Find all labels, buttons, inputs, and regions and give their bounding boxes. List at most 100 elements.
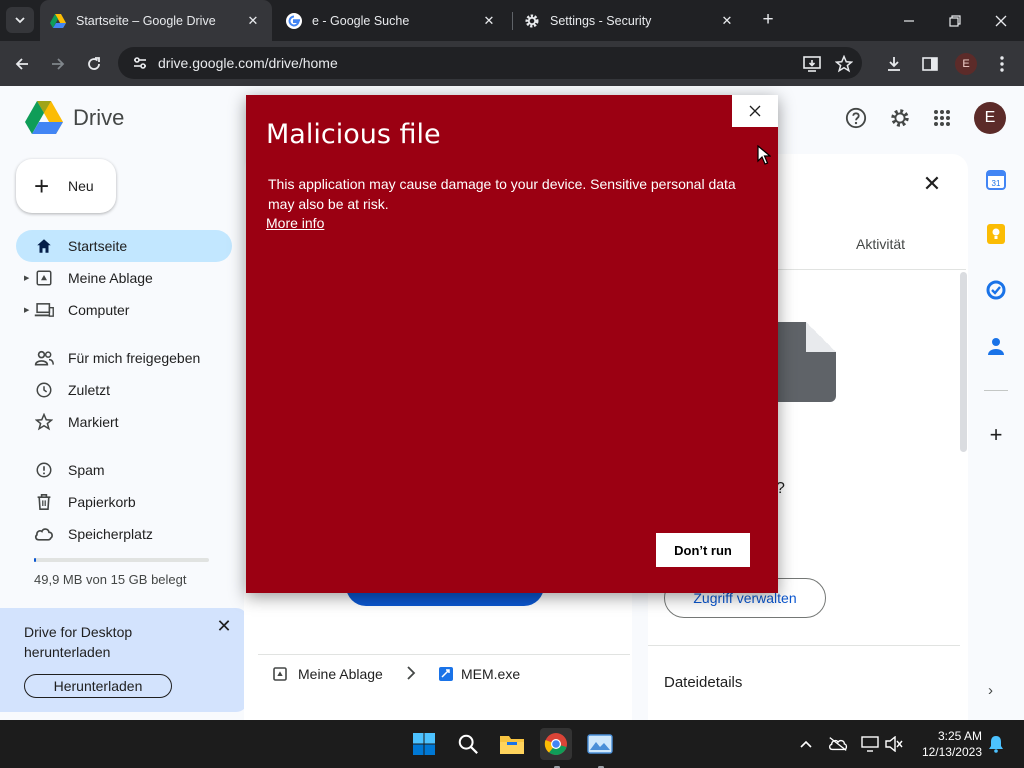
chevron-up-icon[interactable] (796, 734, 816, 754)
nav-item-recent[interactable]: Zuletzt (16, 374, 232, 406)
windows-start-icon[interactable] (408, 728, 440, 760)
nav-item-spam[interactable]: Spam (16, 454, 232, 486)
windows-taskbar: 3:25 AM 12/13/2023 (0, 720, 1024, 768)
restore-button[interactable] (932, 0, 978, 41)
promo-text: Drive for Desktop herunterladen (24, 624, 133, 660)
add-addon-icon[interactable]: + (984, 422, 1008, 447)
chevron-right-icon[interactable]: › (988, 682, 993, 699)
breadcrumb-folder[interactable]: Meine Ablage (272, 666, 383, 682)
drive-logo[interactable]: Drive (25, 101, 124, 134)
google-g-icon (286, 12, 302, 29)
nav-item-starred[interactable]: Markiert (16, 406, 232, 438)
plus-icon: + (34, 171, 50, 201)
volume-muted-icon[interactable] (884, 734, 904, 754)
tab-settings-security[interactable]: Settings - Security ✕ (514, 0, 746, 41)
dont-run-button[interactable]: Don’t run (656, 533, 750, 567)
tasks-icon[interactable] (984, 278, 1008, 302)
arrow-right-icon (52, 58, 65, 70)
new-button[interactable]: + Neu (16, 159, 116, 213)
browser-tab-strip: Startseite – Google Drive ✕ e - Google S… (0, 0, 1024, 41)
side-panel-button[interactable] (916, 50, 944, 78)
close-details-icon[interactable]: ✕ (920, 171, 944, 196)
nav-label: Zuletzt (68, 382, 111, 398)
apps-grid-icon[interactable] (930, 106, 954, 130)
storage-progress-fill (34, 558, 36, 562)
onedrive-offline-icon[interactable] (828, 734, 848, 754)
notification-bell-icon[interactable] (986, 734, 1006, 754)
more-info-link[interactable]: More info (266, 215, 324, 231)
file-explorer-icon[interactable] (496, 728, 528, 760)
browser-menu-button[interactable] (988, 50, 1016, 78)
keep-icon[interactable] (984, 222, 1008, 246)
new-tab-button[interactable]: + (757, 9, 779, 31)
nav-item-trash[interactable]: Papierkorb (16, 486, 232, 518)
clock-icon (34, 380, 54, 400)
forward-button[interactable] (44, 50, 72, 78)
breadcrumb-file[interactable]: MEM.exe (439, 666, 520, 682)
svg-text:31: 31 (992, 179, 1001, 188)
divider (258, 654, 630, 655)
expand-caret-icon[interactable]: ▶ (24, 274, 29, 282)
my-drive-icon (273, 667, 287, 681)
clock-date: 12/13/2023 (921, 745, 982, 759)
settings-gear-icon[interactable] (888, 106, 912, 130)
browser-toolbar: drive.google.com/drive/home E (0, 41, 1024, 86)
close-icon (749, 105, 761, 117)
gear-icon (524, 13, 540, 29)
chevron-right-icon (406, 666, 416, 680)
nav-item-startseite[interactable]: Startseite (16, 230, 232, 262)
nav-item-meine-ablage[interactable]: ▶ Meine Ablage (16, 262, 232, 294)
nav-label: Startseite (68, 238, 128, 254)
nav-item-shared-with-me[interactable]: Für mich freigegeben (16, 342, 232, 374)
tab-google-search[interactable]: e - Google Suche ✕ (276, 0, 508, 41)
bookmark-star-button[interactable] (830, 50, 858, 78)
cloud-icon (34, 524, 54, 544)
malicious-file-dialog: Malicious file This application may caus… (246, 95, 778, 593)
details-scrollbar[interactable] (960, 272, 967, 452)
profile-button[interactable]: E (955, 53, 977, 75)
address-bar[interactable]: drive.google.com/drive/home (118, 47, 862, 79)
search-icon[interactable] (452, 728, 484, 760)
new-button-label: Neu (68, 178, 94, 194)
help-icon[interactable] (844, 106, 868, 130)
downloads-button[interactable] (880, 50, 908, 78)
photos-app-icon[interactable] (584, 728, 616, 768)
download-icon (888, 57, 900, 71)
close-tab-icon[interactable]: ✕ (244, 12, 262, 30)
divider (648, 645, 960, 646)
side-panel-icon (922, 57, 938, 71)
tab-separator (512, 12, 513, 30)
arrow-left-icon (15, 58, 28, 70)
more-vert-icon (1000, 56, 1004, 72)
account-avatar[interactable]: E (974, 102, 1006, 134)
download-drive-button[interactable]: Herunterladen (24, 674, 172, 698)
close-tab-icon[interactable]: ✕ (480, 12, 498, 30)
exe-file-icon (439, 667, 453, 681)
dialog-message: This application may cause damage to you… (268, 176, 736, 212)
calendar-icon[interactable]: 31 (984, 168, 1008, 192)
chrome-icon[interactable] (540, 728, 572, 768)
tab-search-button[interactable] (6, 7, 34, 33)
dialog-close-button[interactable] (732, 95, 778, 127)
site-info-icon[interactable] (126, 55, 154, 71)
nav-item-computer[interactable]: ▶ Computer (16, 294, 232, 326)
close-icon[interactable]: ✕ (214, 616, 234, 636)
expand-caret-icon[interactable]: ▶ (24, 306, 29, 314)
back-button[interactable] (8, 50, 36, 78)
contacts-icon[interactable] (984, 334, 1008, 358)
taskbar-clock[interactable]: 3:25 AM 12/13/2023 (912, 728, 982, 760)
divider (984, 390, 1008, 391)
tab-title: Startseite – Google Drive (76, 13, 216, 28)
close-tab-icon[interactable]: ✕ (718, 12, 736, 30)
minimize-button[interactable] (886, 0, 932, 41)
display-icon[interactable] (860, 734, 880, 754)
nav-item-storage[interactable]: Speicherplatz (16, 518, 232, 550)
google-drive-logo-icon (25, 101, 63, 134)
tab-title: e - Google Suche (312, 13, 410, 28)
tab-activity[interactable]: Aktivität (856, 236, 905, 252)
tab-google-drive[interactable]: Startseite – Google Drive ✕ (40, 0, 272, 41)
close-window-button[interactable] (978, 0, 1024, 41)
reload-button[interactable] (80, 50, 108, 78)
install-app-button[interactable] (798, 50, 826, 78)
chevron-down-icon (15, 17, 25, 24)
